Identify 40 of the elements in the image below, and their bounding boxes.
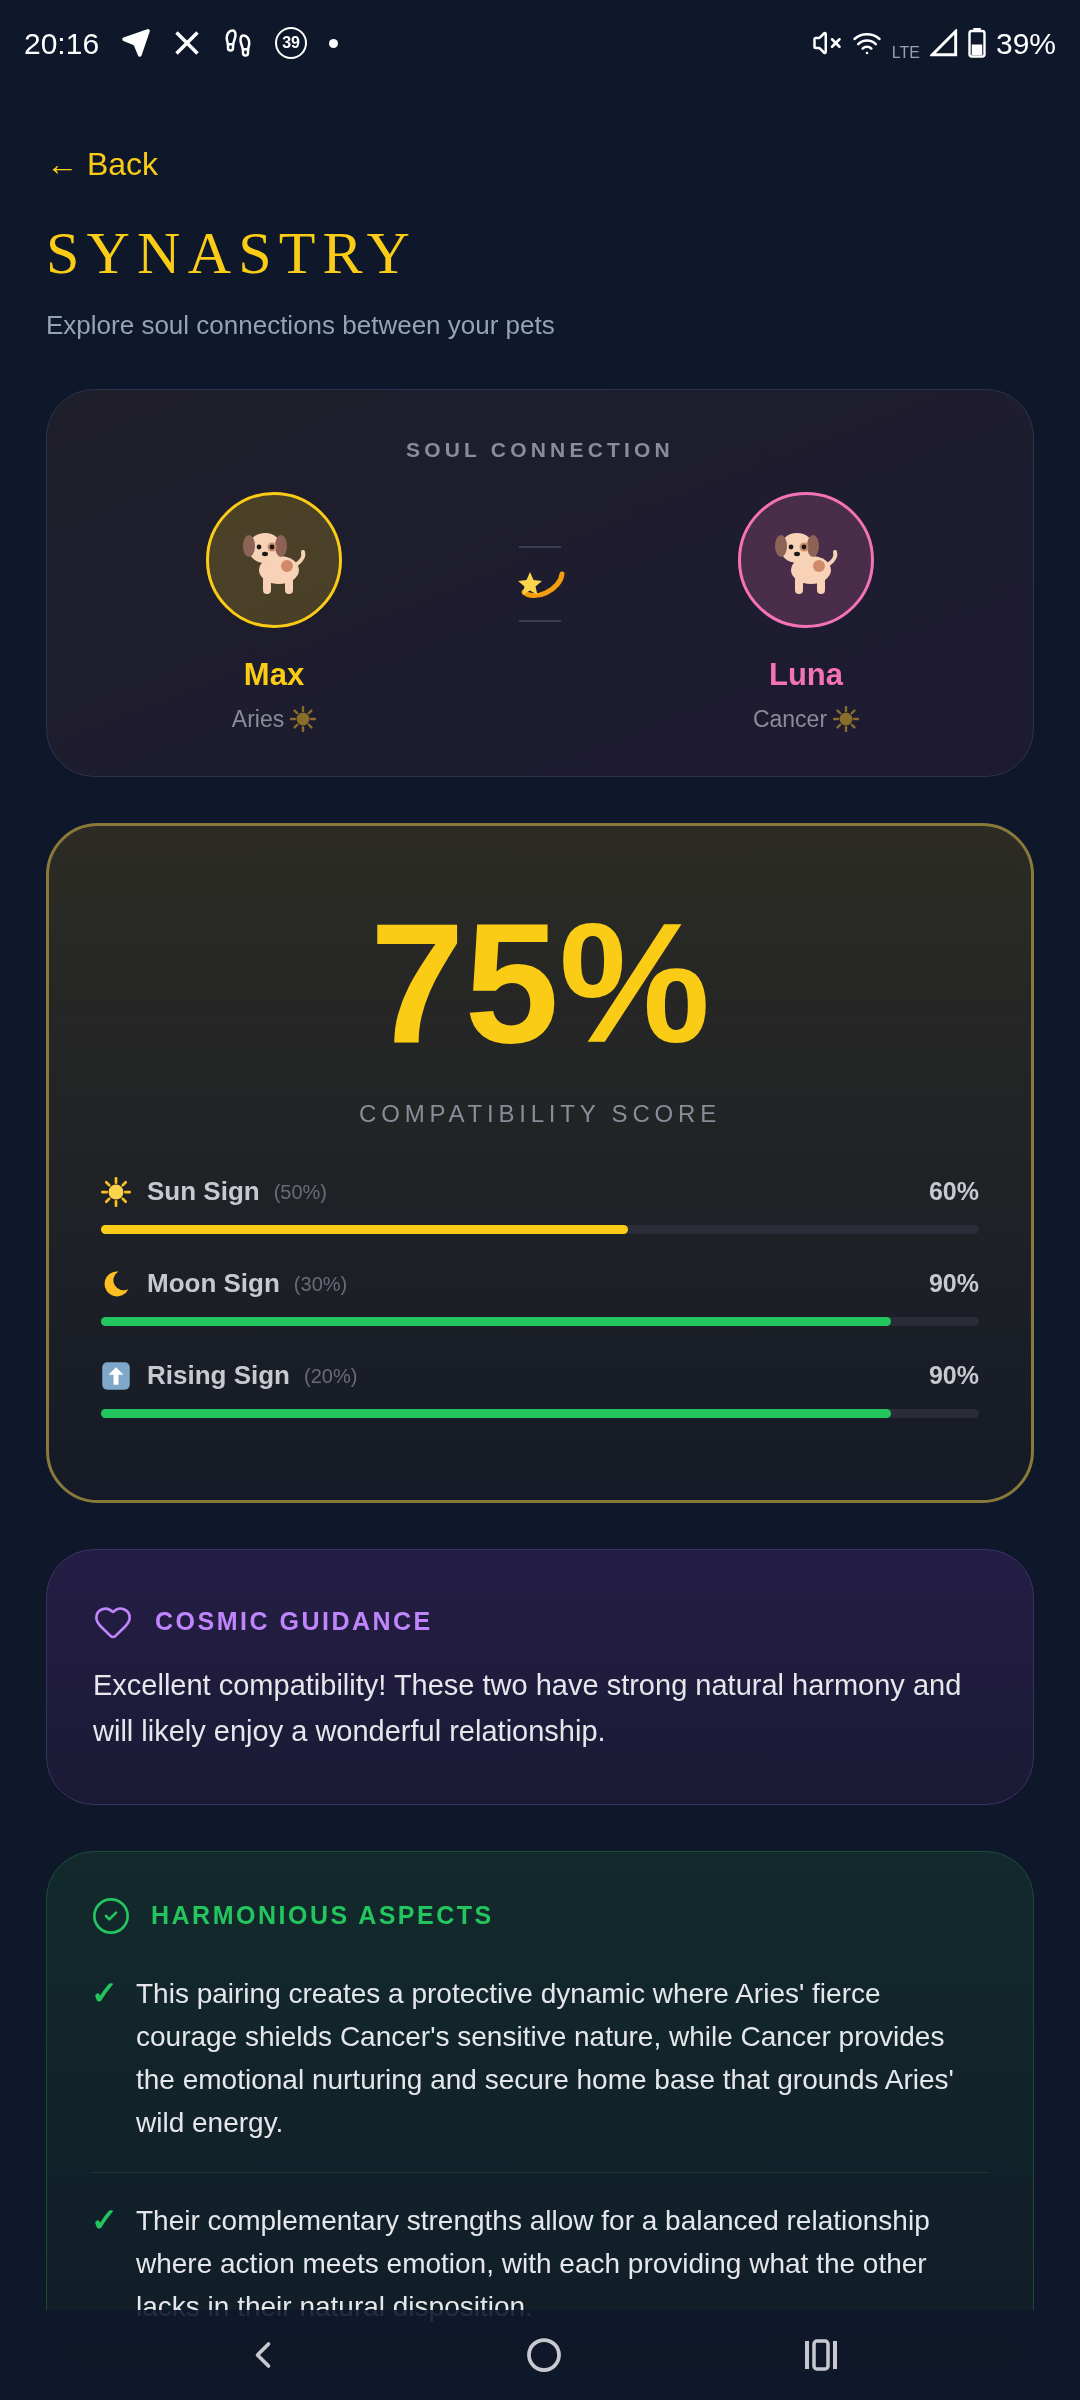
signal-icon <box>929 29 958 57</box>
factor-weight: (50%) <box>273 1179 328 1205</box>
guidance-text: Excellent compatibility! These two have strong natural harmony and will likely enjoy a wonderful relationship. <box>93 1668 963 1749</box>
factor-name: Moon Sign <box>147 1267 280 1300</box>
page-title: SYNASTRY <box>46 219 419 288</box>
aspect-text: This pairing creates a protective dynamic where Aries' fierce courage shields Cancer's sensitive nature, while Cancer provides the emotional nurturing and secure home base that grounds Aries' wild energy. <box>136 1977 955 2140</box>
pet-name: Luna <box>768 655 844 694</box>
check-circle-icon <box>91 1896 131 1936</box>
factor-weight: (20%) <box>304 1363 358 1389</box>
page-subtitle: Explore soul connections between your pets <box>46 309 556 342</box>
home-nav-icon[interactable] <box>526 2337 562 2373</box>
recent-apps-icon[interactable] <box>803 2339 840 2371</box>
pet-name: Max <box>243 655 305 694</box>
battery-icon <box>967 28 986 58</box>
sun-icon <box>833 706 860 733</box>
card-heading: COSMIC GUIDANCE <box>155 1606 433 1638</box>
sun-icon <box>101 1176 131 1207</box>
factor-name: Rising Sign <box>147 1359 290 1392</box>
x-logo-icon <box>173 29 202 57</box>
factor-score: 60% <box>928 1175 979 1207</box>
card-heading: SOUL CONNECTION <box>406 437 674 463</box>
sun-icon <box>290 706 317 733</box>
back-link[interactable]: ← Back <box>46 140 159 188</box>
compatibility-score: 75% <box>369 898 711 1068</box>
factor-score: 90% <box>928 1267 979 1299</box>
zodiac-sign: Cancer <box>752 705 828 734</box>
score-label: COMPATIBILITY SCORE <box>359 1099 721 1129</box>
zodiac-sign: Aries <box>231 705 285 734</box>
battery-percent: 39% <box>995 25 1056 62</box>
network-type: LTE <box>891 42 920 63</box>
factor-score: 90% <box>928 1359 979 1391</box>
check-mark: ✓ <box>91 2201 118 2240</box>
paper-plane-icon <box>121 28 152 58</box>
clock-time: 20:16 <box>24 25 100 62</box>
check-mark: ✓ <box>91 1974 118 2013</box>
notification-count-badge: 39 <box>275 27 308 59</box>
card-heading: HARMONIOUS ASPECTS <box>151 1900 494 1932</box>
aspect-text: Their complementary strengths allow for a balanced relationship where action meets emotion, with each providing what the other lacks in their natural disposition. <box>136 2204 931 2324</box>
factor-name: Sun Sign <box>147 1175 260 1208</box>
factor-weight: (30%) <box>293 1271 348 1297</box>
